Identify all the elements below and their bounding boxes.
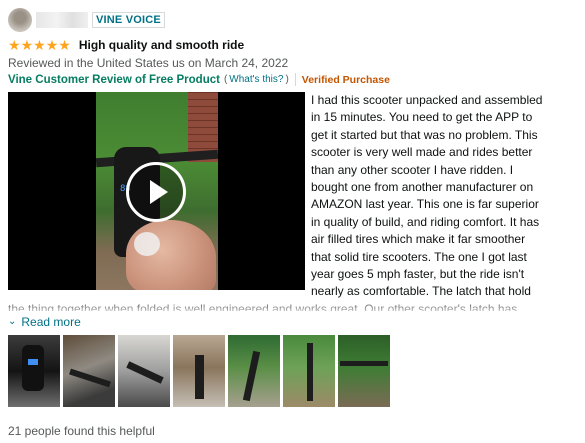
read-more-label: Read more bbox=[21, 315, 81, 329]
whats-this-link[interactable]: What's this? bbox=[229, 74, 283, 85]
vine-voice-badge: VINE VOICE bbox=[92, 12, 165, 28]
review-image-thumbnail[interactable] bbox=[63, 335, 115, 407]
paren-open: ( bbox=[223, 74, 228, 85]
scooter-deck bbox=[126, 361, 164, 384]
review-image-thumbnail[interactable] bbox=[173, 335, 225, 407]
star-icon: ★ bbox=[45, 37, 59, 53]
thumb bbox=[134, 232, 160, 256]
scooter-deck bbox=[69, 368, 111, 388]
chevron-down-icon: ⌄ bbox=[8, 315, 17, 327]
verified-purchase-badge: Verified Purchase bbox=[301, 73, 390, 86]
review-video[interactable]: 88 bbox=[8, 92, 305, 290]
vine-row: Vine Customer Review of Free Product ( W… bbox=[8, 73, 390, 86]
display bbox=[28, 359, 38, 365]
read-more-link[interactable]: ⌄ Read more bbox=[8, 315, 81, 329]
review-title-row: ★ ★ ★ ★ ★ High quality and smooth ride bbox=[8, 38, 244, 52]
reviewer-name-blurred[interactable] bbox=[36, 12, 88, 28]
review-image-thumbnail[interactable] bbox=[118, 335, 170, 407]
reviewer-profile[interactable]: VINE VOICE bbox=[8, 8, 165, 32]
scooter-stem bbox=[195, 355, 204, 399]
divider bbox=[294, 73, 296, 86]
review-images bbox=[8, 335, 390, 407]
star-icon: ★ bbox=[58, 37, 71, 53]
star-icon: ★ bbox=[8, 37, 21, 53]
star-icon: ★ bbox=[33, 37, 46, 53]
play-icon[interactable] bbox=[126, 162, 186, 222]
console bbox=[22, 345, 44, 391]
play-triangle bbox=[149, 180, 168, 204]
review-image-thumbnail[interactable] bbox=[338, 335, 390, 407]
review-image-thumbnail[interactable] bbox=[8, 335, 60, 407]
review-title[interactable]: High quality and smooth ride bbox=[79, 38, 244, 52]
hand bbox=[126, 220, 216, 290]
review-date: Reviewed in the United States us on Marc… bbox=[8, 56, 289, 70]
star-icon: ★ bbox=[20, 37, 34, 53]
scooter-stem bbox=[242, 350, 261, 402]
avatar[interactable] bbox=[8, 8, 32, 32]
vine-review-label: Vine Customer Review of Free Product bbox=[8, 73, 220, 86]
review-image-thumbnail[interactable] bbox=[228, 335, 280, 407]
text-fade bbox=[0, 296, 585, 314]
scooter-stem bbox=[307, 343, 313, 401]
star-rating[interactable]: ★ ★ ★ ★ ★ bbox=[8, 38, 71, 52]
helpful-count: 21 people found this helpful bbox=[8, 424, 155, 438]
paren-close: ) bbox=[285, 74, 289, 85]
review-image-thumbnail[interactable] bbox=[283, 335, 335, 407]
handlebar bbox=[340, 361, 388, 366]
